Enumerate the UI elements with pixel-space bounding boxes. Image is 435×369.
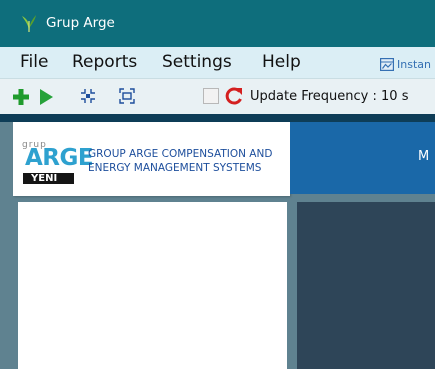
header-band [0, 114, 435, 122]
update-frequency-label: Update Frequency : 10 s [250, 89, 409, 104]
menu-help[interactable]: Help [262, 52, 301, 72]
instant-button[interactable]: Instan [380, 56, 431, 72]
company-logo-panel: grup ARGE YENİ GROUP ARGE COMPENSATION A… [13, 122, 290, 196]
logo-badge: YENİ [23, 173, 74, 184]
leaf-logo-icon [22, 15, 36, 32]
expand-frame-icon[interactable] [119, 88, 135, 104]
instant-label: Instan [397, 57, 431, 71]
refresh-icon[interactable] [224, 86, 244, 106]
menu-file[interactable]: File [20, 52, 48, 72]
main-header-title: M [418, 149, 430, 164]
update-frequency-checkbox[interactable] [203, 88, 219, 104]
menu-reports[interactable]: Reports [72, 52, 137, 72]
main-content-panel [297, 202, 435, 369]
logo-tagline: GROUP ARGE COMPENSATION AND ENERGY MANAG… [88, 148, 273, 174]
logo-main-text: ARGE [25, 145, 94, 171]
toolbar: Update Frequency : 10 s [0, 78, 435, 114]
add-icon[interactable] [12, 88, 30, 106]
main-header: M [290, 122, 435, 194]
play-icon[interactable] [38, 88, 54, 106]
shrink-frame-icon[interactable] [80, 88, 96, 104]
chart-window-icon [380, 57, 394, 71]
device-list-panel[interactable] [18, 202, 287, 369]
title-bar: Grup Arge [0, 0, 435, 47]
menu-bar: File Reports Settings Help Instan [0, 47, 435, 78]
menu-settings[interactable]: Settings [162, 52, 232, 72]
window-title: Grup Arge [46, 15, 115, 31]
